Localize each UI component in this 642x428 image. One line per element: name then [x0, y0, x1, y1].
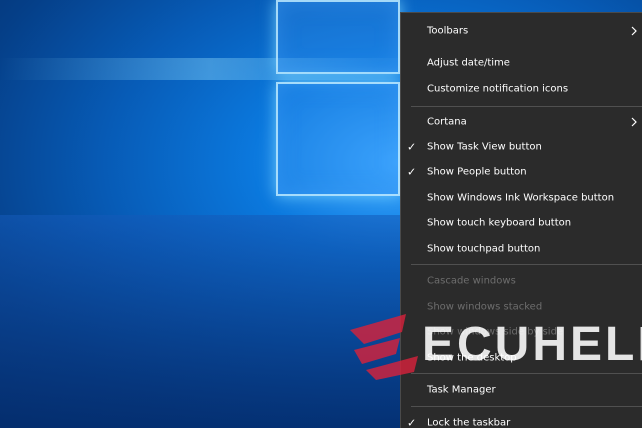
menu-item-label: Adjust date/time [427, 57, 510, 69]
menu-item-label: Show touchpad button [427, 243, 541, 255]
menu-item-lock-the-taskbar[interactable]: ✓ Lock the taskbar [401, 411, 642, 428]
menu-item-task-manager[interactable]: Task Manager [401, 378, 642, 402]
wallpaper-window-pane [276, 0, 400, 74]
menu-item-show-windows-ink-workspace-button[interactable]: Show Windows Ink Workspace button [401, 186, 642, 210]
menu-item-label: Show touch keyboard button [427, 217, 572, 229]
menu-item-label: Lock the taskbar [427, 417, 511, 428]
menu-item-customize-notification-icons[interactable]: Customize notification icons [401, 77, 642, 101]
menu-item-label: Show Windows Ink Workspace button [427, 192, 615, 204]
menu-item-show-the-desktop[interactable]: Show the desktop [401, 346, 642, 370]
checkmark-icon: ✓ [407, 416, 417, 428]
menu-item-label: Cortana [427, 116, 467, 128]
wallpaper-window-pane [276, 82, 400, 196]
menu-item-show-touch-keyboard-button[interactable]: Show touch keyboard button [401, 211, 642, 235]
menu-item-show-windows-stacked: Show windows stacked [401, 295, 642, 319]
menu-item-label: Task Manager [427, 384, 496, 396]
menu-item-adjust-date-time[interactable]: Adjust date/time [401, 51, 642, 75]
menu-item-show-people-button[interactable]: ✓ Show People button [401, 160, 642, 184]
menu-item-label: Show the desktop [427, 352, 517, 364]
menu-item-show-task-view-button[interactable]: ✓ Show Task View button [401, 135, 642, 159]
menu-item-label: Show People button [427, 166, 527, 178]
submenu-arrow-icon [631, 26, 637, 36]
menu-item-label: Show windows stacked [427, 301, 543, 313]
menu-item-label: Show windows side by side [427, 326, 564, 338]
menu-item-show-touchpad-button[interactable]: Show touchpad button [401, 237, 642, 261]
menu-item-toolbars[interactable]: Toolbars [401, 19, 642, 43]
menu-item-label: Show Task View button [427, 141, 542, 153]
menu-item-show-windows-side-by-side: Show windows side by side [401, 320, 642, 344]
submenu-arrow-icon [631, 117, 637, 127]
menu-item-label: Toolbars [427, 25, 469, 37]
menu-item-cortana[interactable]: Cortana [401, 110, 642, 134]
checkmark-icon: ✓ [407, 165, 417, 179]
menu-separator [411, 406, 642, 407]
menu-separator [411, 264, 642, 265]
menu-item-cascade-windows: Cascade windows [401, 269, 642, 293]
menu-separator [411, 106, 642, 107]
menu-separator [411, 373, 642, 374]
taskbar-context-menu: Toolbars Adjust date/time Customize noti… [400, 12, 642, 428]
menu-item-label: Cascade windows [427, 275, 516, 287]
menu-item-label: Customize notification icons [427, 83, 569, 95]
checkmark-icon: ✓ [407, 140, 417, 154]
